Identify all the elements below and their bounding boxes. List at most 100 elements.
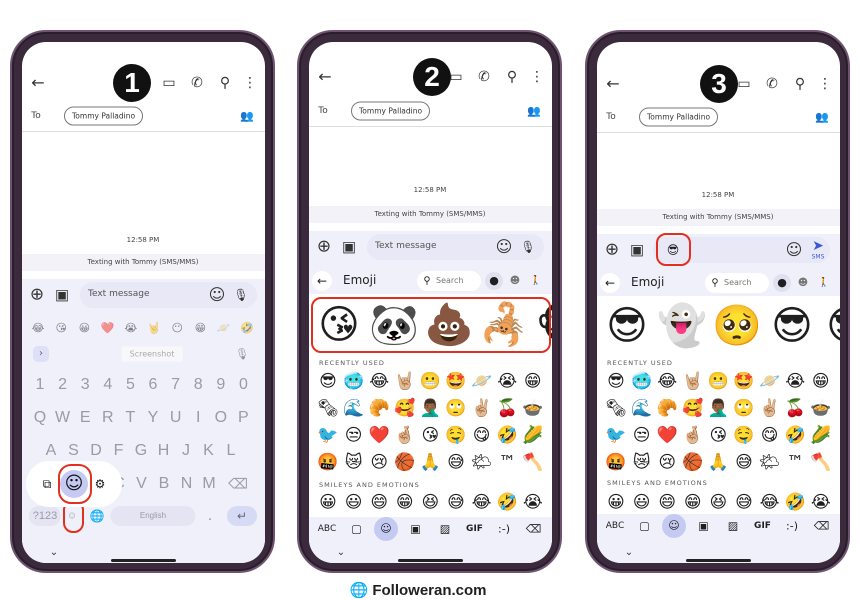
key-l[interactable]: L: [227, 442, 236, 460]
call-icon[interactable]: ✆: [478, 70, 490, 84]
expand-toolbar-button[interactable]: ›: [33, 346, 49, 362]
emoji-cell[interactable]: 🍒: [785, 400, 806, 418]
key-2[interactable]: 2: [58, 376, 67, 394]
emoji-suggestion[interactable]: 😀: [79, 323, 90, 334]
emoji-cell[interactable]: 🙏: [420, 454, 441, 472]
emoji-cell[interactable]: ❤️: [657, 427, 678, 445]
video-call-icon[interactable]: ▭: [449, 70, 462, 84]
emoji-cell[interactable]: 🤣: [785, 494, 806, 512]
emoji-cell[interactable]: 😎: [319, 373, 337, 391]
emoji-cell[interactable]: ✌🏼: [471, 400, 492, 418]
emoji-cell[interactable]: 😎: [607, 373, 625, 391]
emoji-cell[interactable]: 🤬: [317, 454, 338, 472]
emoji-cell[interactable]: ❤️: [369, 427, 390, 445]
emoji-cell[interactable]: 🌤: [759, 454, 781, 472]
emoji-cell[interactable]: 😆: [710, 494, 728, 512]
bitmoji-icon[interactable]: ▣: [698, 520, 708, 533]
emoji-cell[interactable]: ✌🏼: [759, 400, 780, 418]
gallery-icon[interactable]: ▣: [55, 287, 69, 303]
emoji-cell[interactable]: 😋: [473, 427, 491, 445]
emoji-cell[interactable]: 🤬: [605, 454, 626, 472]
emoji-cell[interactable]: 😒: [345, 427, 363, 445]
recent-tab-icon[interactable]: ●: [485, 272, 503, 290]
emoji-kitchen-sticker[interactable]: 😎: [771, 306, 813, 346]
emoticon-button[interactable]: :-): [498, 523, 510, 536]
emoji-cell[interactable]: 😂: [657, 373, 677, 391]
emoji-tab-button[interactable]: ☺: [374, 517, 398, 541]
mic-icon[interactable]: 🎙: [520, 241, 535, 253]
emoji-cell[interactable]: 😂: [472, 494, 492, 512]
key-g[interactable]: G: [135, 442, 147, 460]
people-tab-icon[interactable]: 🚶: [818, 278, 829, 288]
emoji-back-button[interactable]: ←: [600, 273, 620, 293]
key-e[interactable]: E: [80, 409, 91, 427]
nav-handle[interactable]: [111, 559, 176, 562]
key-r[interactable]: R: [102, 409, 114, 427]
key-o[interactable]: O: [215, 409, 227, 427]
emoji-suggestion[interactable]: 😭: [124, 323, 137, 334]
emoji-cell[interactable]: 🐦: [317, 427, 338, 445]
emoji-cell[interactable]: 🙄: [733, 400, 754, 418]
key-3[interactable]: 3: [81, 376, 90, 394]
emoji-back-button[interactable]: ←: [312, 271, 332, 291]
chevron-down-icon[interactable]: ⌄: [50, 548, 58, 558]
emoji-cell[interactable]: 🤘🏼: [682, 373, 703, 391]
emoji-cell[interactable]: 🌤: [471, 454, 493, 472]
emoji-kitchen-sticker[interactable]: 😎: [826, 306, 840, 346]
emoji-cell[interactable]: 😬: [708, 373, 729, 391]
emoji-cell[interactable]: 🐦: [605, 427, 626, 445]
emoji-cell[interactable]: 😃: [633, 494, 651, 512]
period-key[interactable]: .: [208, 507, 212, 525]
more-icon[interactable]: ⋮: [243, 76, 257, 90]
attach-plus-icon[interactable]: ⊕: [30, 286, 44, 304]
emoji-suggestion[interactable]: 😂: [32, 323, 45, 334]
emoji-cell[interactable]: 🥐: [657, 400, 678, 418]
emoji-suggestion[interactable]: 😶: [171, 323, 182, 334]
floating-keyboard-icon[interactable]: ⧉: [43, 478, 52, 490]
gallery-icon[interactable]: ▣: [630, 242, 644, 258]
emoji-cell[interactable]: 😭: [523, 494, 543, 512]
emoji-cell[interactable]: 🙄: [445, 400, 466, 418]
emoji-cell[interactable]: 🏀: [682, 454, 703, 472]
back-icon[interactable]: ←: [606, 76, 619, 92]
emoji-cell[interactable]: 🤞🏼: [682, 427, 703, 445]
key-d[interactable]: D: [90, 442, 102, 460]
mic-icon[interactable]: 🎙: [233, 289, 248, 301]
add-person-icon[interactable]: 👥: [527, 106, 541, 117]
key-9[interactable]: 9: [216, 376, 225, 394]
emoji-suggestion[interactable]: ❤️: [101, 323, 115, 334]
emoji-cell[interactable]: 😅: [735, 494, 753, 512]
key-u[interactable]: U: [170, 409, 182, 427]
key-0[interactable]: 0: [239, 376, 248, 394]
emoji-cell[interactable]: 😬: [420, 373, 441, 391]
emoji-cell[interactable]: 😘: [710, 427, 728, 445]
emoji-cell[interactable]: 🪐: [759, 373, 780, 391]
settings-gear-icon[interactable]: ⚙: [95, 478, 106, 490]
emoji-icon[interactable]: ☺: [496, 239, 513, 255]
backspace-button[interactable]: ⌫: [814, 520, 830, 533]
emoji-cell[interactable]: 🤣: [497, 427, 518, 445]
emoji-cell[interactable]: 😁: [524, 373, 542, 391]
emoji-cell[interactable]: 🙏: [708, 454, 729, 472]
backspace-button[interactable]: ⌫: [526, 523, 542, 536]
key-j[interactable]: J: [182, 442, 190, 460]
emoji-cell[interactable]: 😁: [684, 494, 702, 512]
language-globe-icon[interactable]: 🌐: [90, 509, 105, 523]
abc-button[interactable]: ABC: [606, 521, 624, 531]
emoji-cell[interactable]: 🥶: [343, 373, 364, 391]
attach-plus-icon[interactable]: ⊕: [317, 238, 331, 256]
emoji-tab-button[interactable]: ☺: [662, 514, 686, 538]
emoji-cell[interactable]: 😂: [369, 373, 389, 391]
emoji-cell[interactable]: 😁: [812, 373, 830, 391]
key-7[interactable]: 7: [171, 376, 180, 394]
key-y[interactable]: Y: [148, 409, 159, 427]
key-5[interactable]: 5: [126, 376, 135, 394]
send-icon[interactable]: ➤: [812, 239, 824, 253]
emoji-cell[interactable]: 😄: [370, 494, 388, 512]
key-i[interactable]: I: [196, 409, 200, 427]
key-s[interactable]: S: [68, 442, 79, 460]
emoji-cell[interactable]: 😁: [396, 494, 414, 512]
add-person-icon[interactable]: 👥: [815, 112, 829, 123]
enter-key[interactable]: ↵: [227, 506, 257, 526]
search-icon[interactable]: ⚲: [220, 76, 230, 90]
